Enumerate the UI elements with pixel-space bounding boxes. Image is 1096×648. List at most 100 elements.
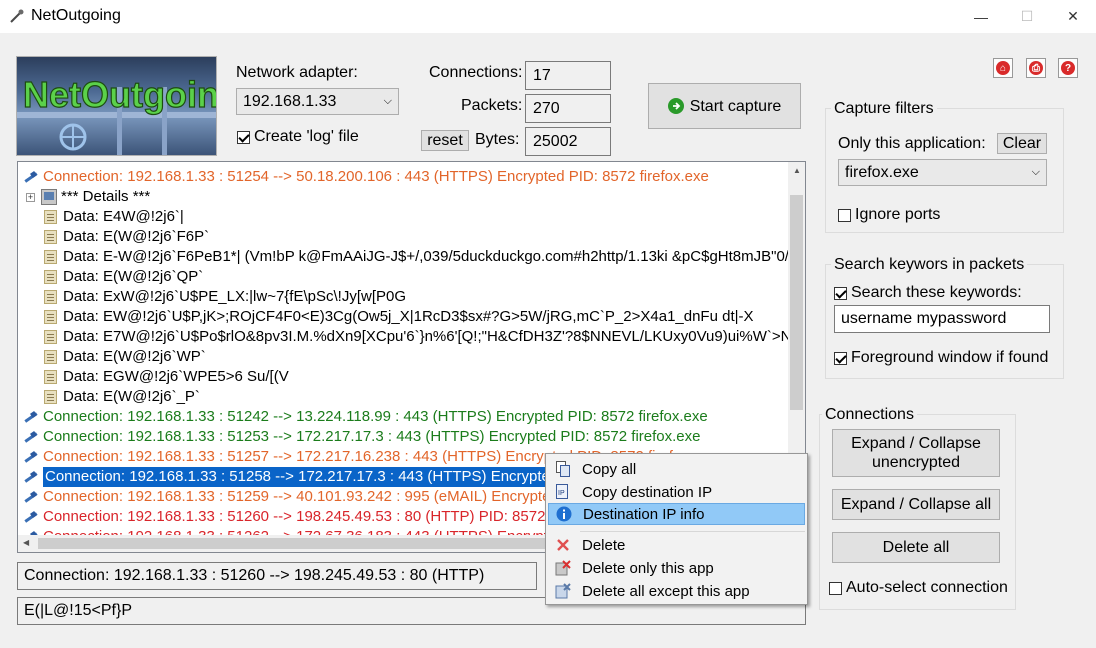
data-row[interactable]: Data: E-W@!2j6`F6PeB1*| (Vm!bP k@FmAAiJG…	[43, 247, 806, 267]
print-icon[interactable]: ⎙	[1026, 58, 1046, 78]
bytes-count: 25002	[525, 127, 611, 156]
close-button[interactable]: ✕	[1050, 0, 1096, 33]
start-capture-button[interactable]: Start capture	[648, 83, 801, 129]
menu-copy-all[interactable]: Copy all	[548, 458, 805, 480]
ignore-ports-option[interactable]: Ignore ports	[838, 206, 940, 224]
connection-row[interactable]: Connection: 192.168.1.33 : 51258 --> 172…	[23, 466, 562, 488]
connection-icon	[23, 169, 39, 185]
bytes-label: Bytes:	[475, 131, 520, 148]
search-keywords-option[interactable]: Search these keywords:	[834, 284, 1022, 302]
clear-button[interactable]: Clear	[997, 133, 1047, 154]
menu-delete-only-app[interactable]: Delete only this app	[548, 557, 805, 579]
vertical-scroll-thumb[interactable]	[790, 195, 803, 410]
create-log-option[interactable]: Create 'log' file	[237, 128, 359, 146]
play-icon	[667, 98, 684, 114]
menu-copy-destination-ip[interactable]: IP Copy destination IP	[548, 481, 805, 503]
data-row[interactable]: Data: E(W@!2j6`WP`	[43, 347, 206, 367]
connection-row[interactable]: Connection: 192.168.1.33 : 51260 --> 198…	[23, 507, 545, 527]
row-text: Data: EGW@!2j6`WPE5>6 Su/[(V	[63, 368, 289, 385]
menu-copy-all-label: Copy all	[582, 460, 637, 478]
connection-icon	[23, 429, 39, 445]
maximize-button[interactable]: ☐	[1004, 0, 1050, 33]
row-text: Connection: 192.168.1.33 : 51259 --> 40.…	[43, 488, 559, 505]
window-title: NetOutgoing	[31, 7, 121, 24]
connection-icon	[23, 409, 39, 425]
connection-icon	[23, 449, 39, 465]
chevron-down-icon: ⌵	[383, 95, 392, 107]
network-adapter-label: Network adapter:	[236, 64, 358, 81]
connection-status-field: Connection: 192.168.1.33 : 51260 --> 198…	[17, 562, 537, 590]
scroll-up-icon[interactable]: ▲	[793, 166, 801, 175]
packet-icon	[44, 250, 57, 264]
network-adapter-value: 192.168.1.33	[243, 92, 337, 110]
scroll-left-icon[interactable]: ◀	[23, 538, 29, 547]
create-log-checkbox[interactable]	[237, 130, 250, 144]
app-filter-value: firefox.exe	[845, 163, 919, 181]
ignore-ports-checkbox[interactable]	[838, 208, 851, 222]
data-row[interactable]: Data: EGW@!2j6`WPE5>6 Su/[(V	[43, 367, 289, 387]
auto-select-option[interactable]: Auto-select connection	[829, 579, 1008, 597]
search-keywords-checkbox[interactable]	[834, 286, 847, 300]
row-text: Data: E(W@!2j6`_P`	[63, 388, 200, 405]
row-text: Data: E7W@!2j6`U$Po$rlO&8pv3I.M.%dXn9[XC…	[63, 328, 802, 345]
connection-row[interactable]: Connection: 192.168.1.33 : 51242 --> 13.…	[23, 407, 708, 427]
search-keywords-label: Search these keywords:	[851, 284, 1022, 301]
chevron-down-icon: ⌵	[1031, 166, 1040, 178]
create-log-label: Create 'log' file	[254, 128, 359, 145]
expand-unencrypted-button[interactable]: Expand / Collapse unencrypted	[832, 429, 1000, 477]
copy-ip-icon: IP	[552, 481, 574, 503]
ignore-ports-label: Ignore ports	[855, 206, 941, 223]
expand-all-button[interactable]: Expand / Collapse all	[832, 489, 1000, 520]
row-text: Data: EW@!2j6`U$P,jK>;ROjCF4F0<E)3Cg(Ow5…	[63, 308, 754, 325]
data-row[interactable]: Data: ExW@!2j6`U$PE_LX:|lw~7{fE\pSc\!Jy[…	[43, 287, 406, 307]
menu-delete-label: Delete	[582, 536, 626, 554]
menu-destination-ip-info[interactable]: Destination IP info	[548, 503, 805, 525]
copy-icon	[552, 458, 574, 480]
reset-button[interactable]: reset	[421, 130, 469, 151]
menu-delete[interactable]: Delete	[548, 534, 805, 556]
row-text: Connection: 192.168.1.33 : 51254 --> 50.…	[43, 168, 709, 185]
menu-separator	[580, 531, 805, 532]
row-text: Connection: 192.168.1.33 : 51242 --> 13.…	[43, 408, 708, 425]
packet-icon	[44, 370, 57, 384]
network-adapter-select[interactable]: 192.168.1.33 ⌵	[236, 88, 399, 115]
app-filter-select[interactable]: firefox.exe ⌵	[838, 159, 1047, 186]
help-icon[interactable]: ?	[1058, 58, 1078, 78]
data-row[interactable]: Data: E4W@!2j6`|	[43, 207, 184, 227]
packet-icon	[44, 230, 57, 244]
only-app-label: Only this application:	[838, 135, 986, 152]
packet-icon	[44, 290, 57, 304]
packet-icon	[44, 350, 57, 364]
connection-row[interactable]: Connection: 192.168.1.33 : 51254 --> 50.…	[23, 167, 709, 187]
row-text: Data: E(W@!2j6`F6P`	[63, 228, 210, 245]
data-row[interactable]: Data: E(W@!2j6`_P`	[43, 387, 200, 407]
keywords-input[interactable]: username mypassword	[834, 305, 1050, 333]
horizontal-scroll-thumb[interactable]	[38, 538, 548, 549]
connection-row[interactable]: Connection: 192.168.1.33 : 51259 --> 40.…	[23, 487, 559, 507]
app-logo: NetOutgoing	[16, 56, 217, 156]
delete-all-button[interactable]: Delete all	[832, 532, 1000, 563]
data-row[interactable]: Data: EW@!2j6`U$P,jK>;ROjCF4F0<E)3Cg(Ow5…	[43, 307, 754, 327]
packet-icon	[44, 270, 57, 284]
data-row[interactable]: Data: E(W@!2j6`F6P`	[43, 227, 209, 247]
connection-icon	[23, 489, 39, 505]
menu-delete-all-except-app[interactable]: Delete all except this app	[548, 580, 805, 602]
row-text: Connection: 192.168.1.33 : 51260 --> 198…	[43, 508, 546, 525]
foreground-checkbox[interactable]	[834, 351, 847, 365]
foreground-option[interactable]: Foreground window if found	[834, 349, 1048, 367]
minimize-button[interactable]: —	[958, 0, 1004, 33]
data-row[interactable]: Data: E7W@!2j6`U$Po$rlO&8pv3I.M.%dXn9[XC…	[43, 327, 801, 347]
data-row[interactable]: Data: E(W@!2j6`QP`	[43, 267, 203, 287]
home-icon[interactable]: ⌂	[993, 58, 1013, 78]
expand-icon[interactable]: +	[26, 192, 35, 202]
row-text: Data: E-W@!2j6`F6PeB1*| (Vm!bP k@FmAAiJG…	[63, 248, 806, 265]
keywords-title: Search keywors in packets	[831, 256, 1028, 274]
context-menu: Copy all IP Copy destination IP Destinat…	[545, 453, 808, 605]
info-icon	[553, 503, 575, 525]
menu-copy-destination-ip-label: Copy destination IP	[582, 483, 713, 501]
row-text: Data: ExW@!2j6`U$PE_LX:|lw~7{fE\pSc\!Jy[…	[63, 288, 407, 305]
auto-select-checkbox[interactable]	[829, 581, 842, 595]
menu-delete-all-except-app-label: Delete all except this app	[582, 582, 750, 600]
details-row[interactable]: + *** Details ***	[26, 187, 150, 207]
connection-row[interactable]: Connection: 192.168.1.33 : 51253 --> 172…	[23, 427, 701, 447]
